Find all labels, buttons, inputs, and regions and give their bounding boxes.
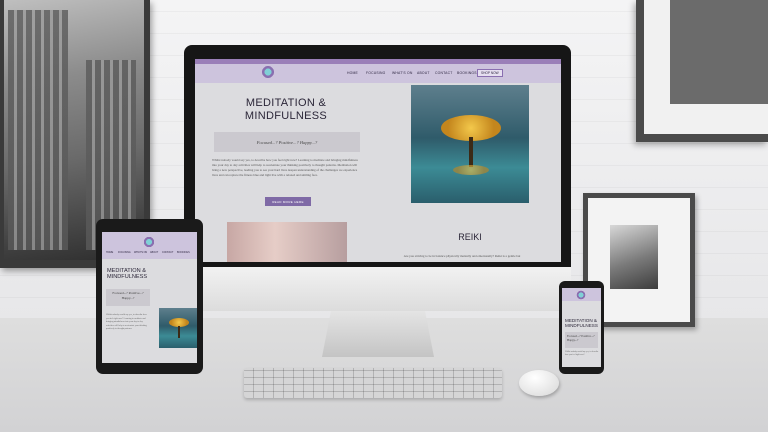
phone-body: Whilst nobody would say yes, to describe… xyxy=(565,351,599,356)
tablet-website: HOME FOCUSING WHAT'S ON ABOUT CONTACT BO… xyxy=(102,232,197,363)
tablet-nav-whats-on[interactable]: WHAT'S ON xyxy=(134,251,147,254)
reiki-title: REIKI xyxy=(458,232,482,242)
building xyxy=(8,10,68,250)
tablet-nav-bookings[interactable]: BOOKINGS xyxy=(177,251,190,254)
bonsai-tree-image xyxy=(411,85,529,203)
abstract-photo xyxy=(670,0,768,104)
phone-nav xyxy=(562,288,601,301)
frame-mat xyxy=(644,0,768,134)
tablet-nav-home[interactable]: HOME xyxy=(106,251,113,254)
tree-reflection xyxy=(453,165,489,175)
hero-body: Whilst nobody would say yes, to describe… xyxy=(212,158,358,177)
nav-focusing[interactable]: FOCUSING xyxy=(366,71,386,75)
tablet-title: MEDITATION & MINDFULNESS xyxy=(107,268,148,281)
nav-contact[interactable]: CONTACT xyxy=(435,71,453,75)
read-more-button[interactable]: READ MORE HERE xyxy=(265,197,311,206)
tree-trunk xyxy=(469,137,473,167)
tower-photo xyxy=(610,225,658,289)
nav-home[interactable]: HOME xyxy=(347,71,358,75)
phone-device: MEDITATION & MINDFULNESS Focused...? Pos… xyxy=(559,281,604,374)
hero-title: MEDITATION & MINDFULNESS xyxy=(244,97,328,122)
nav-bookings[interactable]: BOOKINGS xyxy=(457,71,477,75)
shop-button[interactable]: SHOP NOW xyxy=(477,69,503,77)
hero-tagline: Focused...? Positive...? Happy...? xyxy=(214,132,360,152)
hands-flowers-image xyxy=(227,222,347,262)
tablet-device: HOME FOCUSING WHAT'S ON ABOUT CONTACT BO… xyxy=(96,219,203,374)
reiki-body: Are you striving to be in balance physic… xyxy=(403,254,521,258)
phone-website: MEDITATION & MINDFULNESS Focused...? Pos… xyxy=(562,288,601,367)
imac-stand xyxy=(322,311,434,357)
tablet-body: Whilst nobody would say yes, to describe… xyxy=(106,314,147,330)
tablet-nav-about[interactable]: ABOUT xyxy=(150,251,158,254)
lotus-logo-icon[interactable] xyxy=(143,236,155,248)
tablet-nav-contact[interactable]: CONTACT xyxy=(162,251,173,254)
nav-whats-on[interactable]: WHAT'S ON xyxy=(392,71,412,75)
tree-trunk xyxy=(178,326,180,338)
mouse xyxy=(519,370,559,396)
imac-chin xyxy=(184,267,571,311)
lotus-logo-icon[interactable] xyxy=(576,290,586,300)
desktop-website: HOME FOCUSING WHAT'S ON ABOUT CONTACT BO… xyxy=(195,59,561,262)
top-strip xyxy=(195,59,561,64)
tablet-tagline: Focused...? Positive...? Happy...? xyxy=(106,289,150,306)
keyboard xyxy=(244,368,502,398)
phone-tagline: Focused...? Positive...? Happy...? xyxy=(565,332,598,348)
tablet-nav-focusing[interactable]: FOCUSING xyxy=(118,251,131,254)
tablet-bonsai-image xyxy=(159,308,197,348)
lotus-logo-icon[interactable] xyxy=(261,65,275,79)
site-nav: HOME FOCUSING WHAT'S ON ABOUT CONTACT BO… xyxy=(195,59,561,83)
tablet-nav: HOME FOCUSING WHAT'S ON ABOUT CONTACT BO… xyxy=(102,232,197,259)
framed-abstract-photo xyxy=(636,0,768,142)
phone-title: MEDITATION & MINDFULNESS xyxy=(565,318,598,329)
nav-about[interactable]: ABOUT xyxy=(417,71,430,75)
